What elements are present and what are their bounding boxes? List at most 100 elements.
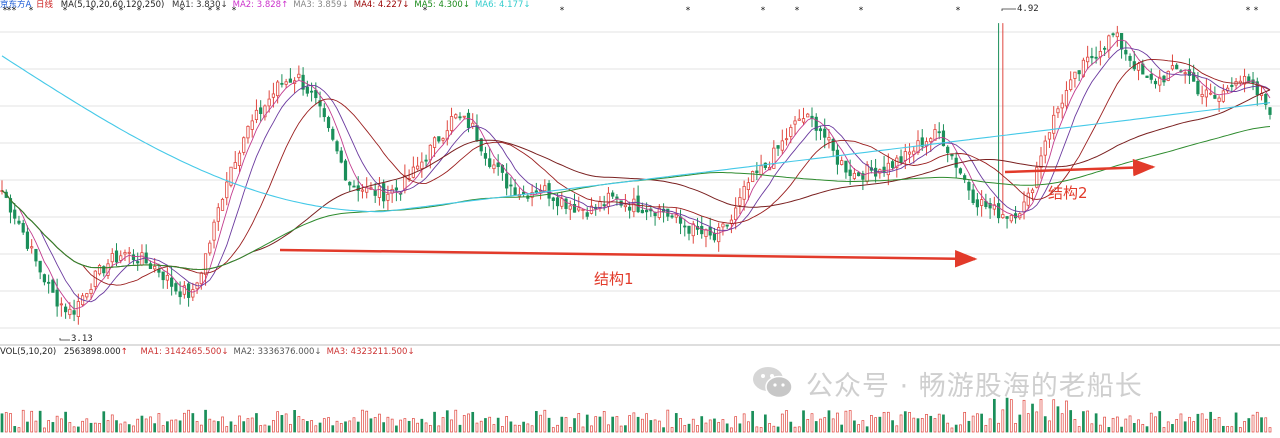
volume-bar <box>297 416 301 433</box>
volume-bar <box>212 420 216 433</box>
candle-body <box>1124 49 1128 55</box>
volume-bar <box>581 426 585 433</box>
candle-body <box>645 209 649 213</box>
candle-body <box>577 207 581 211</box>
volume-bar <box>115 420 118 433</box>
volume-bar <box>1048 420 1051 433</box>
event-marker-18: * <box>956 6 961 16</box>
volume-bar <box>1120 426 1123 433</box>
candle-body <box>776 145 780 149</box>
volume-bar <box>776 426 780 433</box>
volume-bar <box>119 423 123 433</box>
volume-ma-readouts: MA1: 3142465.500↓ MA2: 3336376.000↓ MA3: 4… <box>141 347 420 357</box>
volume-bar <box>136 418 140 433</box>
candle-body <box>975 199 979 208</box>
volume-bar <box>26 421 29 433</box>
volume-bar <box>441 417 445 433</box>
candle-body <box>326 117 331 129</box>
ma10-line <box>1 47 1271 303</box>
candle-body <box>674 214 678 218</box>
volume-bar <box>628 415 631 433</box>
candle-body <box>254 109 259 121</box>
volume-bar <box>568 427 572 433</box>
volume-bar <box>929 415 933 433</box>
candle-body <box>280 82 284 85</box>
candle-body <box>899 156 903 163</box>
volume-bar <box>403 418 407 433</box>
candle-body <box>1128 55 1132 61</box>
candle-body <box>305 86 309 94</box>
volume-bar <box>560 416 564 433</box>
candle-body <box>191 289 195 298</box>
volume-bar <box>492 424 496 433</box>
volume-bar <box>836 412 839 433</box>
volume-bar <box>199 424 203 433</box>
volume-bar <box>615 416 619 433</box>
candle-body <box>505 173 509 189</box>
volume-bar <box>1175 419 1179 433</box>
volume-bar <box>598 416 602 433</box>
volume-bar <box>339 423 343 433</box>
volume-bar <box>1260 417 1263 433</box>
candle-body <box>85 293 89 298</box>
candle-body <box>394 187 398 191</box>
candle-body <box>335 141 339 152</box>
volume-bar <box>704 422 708 433</box>
volume-bar <box>708 419 712 433</box>
volume-bar <box>34 420 38 433</box>
candle-body <box>454 114 458 119</box>
volume-bar <box>959 424 962 433</box>
volume-bar <box>85 418 89 433</box>
volume-bar <box>47 420 50 433</box>
volume-bar <box>21 409 25 433</box>
event-marker-13: * <box>560 6 565 16</box>
candle-body <box>946 146 950 153</box>
candle-body <box>1196 81 1200 95</box>
candle-body <box>441 138 445 141</box>
candle-body <box>602 204 606 207</box>
candle-body <box>1052 114 1056 134</box>
candle-body <box>432 137 437 148</box>
volume-bar <box>76 426 80 433</box>
candle-body <box>38 260 42 273</box>
volume-bar <box>1234 412 1238 433</box>
candle-body <box>611 192 615 197</box>
candle-body <box>72 310 76 315</box>
candle-body <box>415 165 420 170</box>
candle-body <box>996 203 1001 219</box>
volume-bar <box>399 419 402 433</box>
volume-bar <box>734 416 738 433</box>
candle-body <box>220 198 225 211</box>
volume-bar <box>657 420 661 433</box>
candle-body <box>513 187 517 196</box>
event-marker-20: * <box>1254 6 1259 16</box>
candle-body <box>174 283 178 292</box>
volume-bar <box>1090 423 1094 433</box>
candle-body <box>742 186 746 200</box>
candle-body <box>857 172 861 177</box>
volume-bar <box>412 418 415 433</box>
volume-bar <box>225 426 229 433</box>
candle-body <box>780 140 784 151</box>
volume-bar <box>700 416 704 433</box>
volume-bar <box>984 424 988 433</box>
volume-bar <box>157 413 161 433</box>
volume-bar <box>865 426 869 433</box>
chart-grid <box>0 31 1280 346</box>
candles <box>0 23 1272 325</box>
volume-bar <box>518 424 521 433</box>
volume-bar <box>1018 414 1022 433</box>
volume-bar <box>144 418 148 433</box>
volume-bar <box>424 422 428 433</box>
volume-bar <box>216 421 220 433</box>
candle-body <box>636 195 640 213</box>
volume-bar <box>272 420 275 433</box>
volume-bar <box>539 414 542 433</box>
candle-body <box>225 181 229 199</box>
volume-bar <box>38 410 42 433</box>
candle-body <box>1069 79 1073 90</box>
candle-body <box>1056 108 1060 114</box>
volume-value-arrow: ↑ <box>120 347 128 357</box>
volume-bar <box>390 418 394 433</box>
candle-body <box>42 274 47 283</box>
